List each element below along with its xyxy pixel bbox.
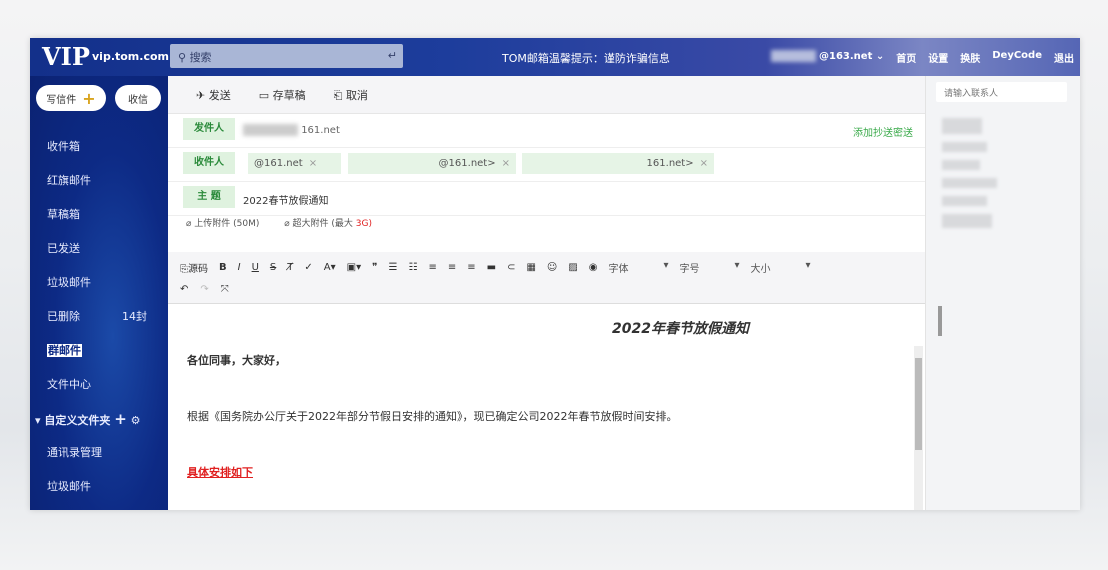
notice-text: TOM邮箱温馨提示：谨防诈骗信息	[502, 52, 670, 65]
vip-logo: VIP	[42, 42, 90, 71]
link-logout[interactable]: 退出	[1054, 50, 1074, 65]
brush-icon[interactable]: ✓	[304, 262, 312, 273]
redo-icon[interactable]: ↷	[200, 284, 208, 295]
search-input[interactable]: ⚲ 搜索 ↵	[170, 44, 403, 68]
editor-scrollbar[interactable]	[914, 346, 923, 510]
draft-icon: ▭	[258, 88, 270, 102]
panel-collapse-handle[interactable]	[938, 306, 942, 336]
body-greeting: 各位同事，大家好，	[187, 354, 286, 367]
upload-attachment-button[interactable]: ⌀ 上传附件 (50M)	[186, 219, 259, 229]
send-icon: ✈	[196, 88, 206, 102]
body-paragraph: 根据《国务院办公厅关于2022年部分节假日安排的通知》，现已确定公司2022年春…	[187, 410, 678, 423]
subject-input[interactable]: 2022春节放假通知	[243, 192, 328, 207]
quote-icon[interactable]: ❞	[372, 262, 377, 273]
screenshot-icon[interactable]: ◉	[589, 262, 598, 273]
link-deycode[interactable]: DeyCode	[992, 50, 1042, 65]
align-center-icon[interactable]: ≡	[448, 262, 456, 273]
subject-label: 主 题	[183, 186, 235, 208]
from-field[interactable]: 161.net	[243, 124, 340, 136]
strike-button[interactable]: S	[270, 262, 276, 273]
domain-label: vip.tom.com	[92, 50, 169, 63]
remove-icon: ×	[501, 158, 510, 169]
fullscreen-icon[interactable]: ⤧	[221, 284, 229, 295]
contact-item[interactable]	[942, 118, 982, 134]
contact-item[interactable]	[942, 142, 987, 152]
style-select[interactable]: 大小 ▾	[751, 260, 811, 275]
size-select[interactable]: 字号 ▾	[680, 260, 740, 275]
search-icon: ⚲	[178, 51, 190, 64]
body-link[interactable]: 具体安排如下	[187, 464, 894, 480]
bold-button[interactable]: B	[219, 262, 227, 273]
italic-button[interactable]: I	[238, 262, 241, 273]
sidebar: 写信件 + 收信 收件箱 红旗邮件 草稿箱 已发送 垃圾邮件 已删除 14封 群邮件…	[30, 76, 168, 510]
sidebar-item-sent[interactable]: 已发送	[47, 240, 157, 256]
plus-icon: +	[82, 88, 96, 108]
to-label[interactable]: 收件人	[183, 152, 235, 174]
unordered-list-icon[interactable]: ☷	[408, 262, 417, 273]
compose-panel: ✈ 发送 ▭ 存草稿 ⎗ 取消 发件人 161.net 添加抄送密送 收件人 @…	[168, 76, 925, 510]
add-folder-icon: +	[114, 410, 127, 428]
sidebar-item-deleted[interactable]: 已删除 14封	[47, 308, 157, 324]
save-draft-button[interactable]: ▭ 存草稿	[259, 87, 306, 103]
account-menu[interactable]: @163.net ⌄	[770, 50, 884, 65]
undo-icon[interactable]: ↶	[180, 284, 188, 295]
image-icon[interactable]: ▨	[568, 262, 577, 273]
recipient-chip[interactable]: @161.net> ×	[348, 153, 516, 174]
editor-toolbar: ⎘源码 BIUS T̸ ✓ A▾ ▣▾ ❞ ☰ ☷ ≡ ≡ ≡ ▬ ⊂ ▦ ☺ ▨ ◉ 字体 ▾ 字号…	[168, 252, 925, 304]
font-color-icon[interactable]: A▾	[324, 262, 336, 273]
link-skin[interactable]: 换肤	[960, 50, 980, 65]
cancel-button[interactable]: ⎗ 取消	[334, 87, 368, 103]
source-button[interactable]: ⎘源码	[180, 260, 208, 275]
sidebar-item-flagged[interactable]: 红旗邮件	[47, 172, 157, 188]
sidebar-item-group[interactable]: 群邮件	[47, 342, 157, 358]
underline-button[interactable]: U	[252, 262, 259, 273]
mail-app: VIP vip.tom.com ⚲ 搜索 ↵ TOM邮箱温馨提示：谨防诈骗信息 @…	[30, 38, 1080, 510]
sidebar-folder-item[interactable]: 垃圾邮件	[47, 478, 157, 494]
enter-icon: ↵	[387, 49, 397, 62]
cancel-icon: ⎗	[333, 88, 343, 102]
sidebar-item-drafts[interactable]: 草稿箱	[47, 206, 157, 222]
contacts-panel: 请输入联系人	[925, 76, 1080, 510]
contact-search-input[interactable]: 请输入联系人	[936, 82, 1067, 102]
contact-item[interactable]	[942, 214, 992, 228]
top-header: VIP vip.tom.com ⚲ 搜索 ↵ TOM邮箱温馨提示：谨防诈骗信息 @…	[30, 38, 1080, 76]
link-icon[interactable]: ▬	[487, 262, 496, 273]
body-title: 2022年春节放假通知	[612, 321, 749, 337]
compose-button[interactable]: 写信件 +	[36, 85, 106, 111]
custom-folders-header[interactable]: ▾ 自定义文件夹 + ⚙	[35, 410, 145, 428]
link-settings[interactable]: 设置	[928, 50, 948, 65]
settings-icon: ⚙	[130, 414, 141, 427]
receive-button[interactable]: 收信	[115, 85, 161, 111]
attach-row: ⌀ 上传附件 (50M) ⌀ 超大附件 (最大 3G)	[186, 216, 372, 229]
clear-format-icon[interactable]: T̸	[287, 262, 293, 273]
recipient-chip[interactable]: 161.net> ×	[522, 153, 714, 174]
from-label: 发件人	[183, 118, 235, 140]
send-button[interactable]: ✈ 发送	[196, 87, 231, 103]
contact-item[interactable]	[942, 160, 980, 170]
sidebar-item-inbox[interactable]: 收件箱	[47, 138, 157, 154]
sidebar-item-files[interactable]: 文件中心	[47, 376, 157, 392]
emoji-icon[interactable]: ☺	[547, 262, 557, 273]
deleted-count: 14封	[122, 310, 147, 323]
email-body-editor[interactable]: 2022年春节放假通知 各位同事，大家好， 根据《国务院办公厅关于2022年部分…	[168, 306, 913, 510]
recipient-chip[interactable]: @161.net ×	[248, 153, 341, 174]
table-icon[interactable]: ▦	[526, 262, 535, 273]
font-select[interactable]: 字体 ▾	[609, 260, 669, 275]
align-right-icon[interactable]: ≡	[467, 262, 475, 273]
unlink-icon[interactable]: ⊂	[507, 262, 515, 273]
ordered-list-icon[interactable]: ☰	[389, 262, 398, 273]
contact-item[interactable]	[942, 196, 987, 206]
remove-icon: ×	[699, 158, 708, 169]
big-attachment-button[interactable]: ⌀ 超大附件 (最大 3G)	[284, 219, 372, 229]
align-left-icon[interactable]: ≡	[428, 262, 436, 273]
link-home[interactable]: 首页	[896, 50, 916, 65]
sidebar-folder-item[interactable]: 通讯录管理	[47, 444, 157, 460]
sidebar-item-spam[interactable]: 垃圾邮件	[47, 274, 157, 290]
search-placeholder: 搜索	[189, 51, 212, 64]
add-cc-link[interactable]: 添加抄送密送	[853, 124, 913, 139]
contact-item[interactable]	[942, 178, 997, 188]
bg-color-icon[interactable]: ▣▾	[347, 262, 361, 273]
remove-icon: ×	[308, 158, 318, 169]
